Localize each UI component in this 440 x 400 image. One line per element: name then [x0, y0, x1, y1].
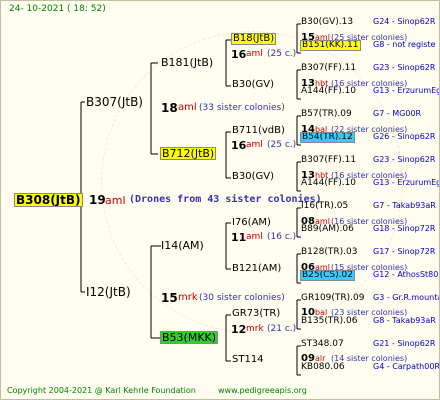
gen4-name-14: ST348.07: [301, 339, 344, 349]
gen4-code-5: G26 - Sinop62R: [373, 132, 436, 141]
gen1-note-0: (33 sister colonies): [199, 103, 285, 113]
pedigree-chart: 24- 10-2021 ( 18: 52) B308(JtB) 19 aml (Dron…: [0, 0, 440, 400]
gen2-num-1: 16: [231, 139, 247, 152]
root-note: (Drones from 43 sister colonies): [129, 194, 322, 205]
gen4-code-1: G8 - not registe: [373, 40, 436, 49]
gen4-name-3: A144(FF).10: [301, 86, 357, 96]
gen3-name-0: B18(JtB): [230, 33, 277, 45]
gen3-name-4: I76(AM): [232, 217, 271, 228]
gen4-code-15: G4 - Carpath00R: [373, 362, 440, 371]
root-name: B308(JtB): [14, 193, 83, 207]
gen4-code-12: G3 - Gr.R.mounta: [373, 293, 440, 302]
gen1-num-0: 18: [161, 101, 178, 115]
gen4-name-6: B307(FF).11: [301, 155, 357, 165]
gen2-num-2: 11: [231, 231, 247, 244]
date-stamp: 24- 10-2021 ( 18: 52): [9, 4, 106, 14]
gen1-note-1: (30 sister colonies): [199, 293, 285, 303]
gen1-num-1: 15: [161, 291, 178, 305]
gen4-name-13: B135(TR).06: [301, 316, 358, 326]
gen1-aml-0: aml: [178, 102, 197, 113]
gen3-name-7: ST114: [232, 354, 264, 365]
gen4-name-8: I16(TR).05: [301, 201, 349, 211]
gen2-aml-1: aml: [246, 140, 263, 150]
gen3-name-3: B30(GV): [232, 171, 274, 182]
gen4-name-0: B30(GV).13: [301, 17, 354, 27]
gen4-name-12: GR109(TR).09: [301, 293, 365, 303]
gen2-note-2: (16 c.): [267, 232, 297, 242]
gen4-code-3: G13 - ErzurumEgg8: [373, 86, 439, 95]
root-num: 19: [89, 193, 106, 207]
gen2-aml-0: aml: [246, 49, 263, 59]
gen4-code-4: G7 - MG00R: [373, 109, 422, 118]
gen4-code-2: G23 - Sinop62R: [373, 63, 436, 72]
gen4-name-1: B151(KK).11: [300, 40, 361, 51]
gen2-note-3: (21 c.): [267, 324, 297, 334]
gen4-name-10: B128(TR).03: [301, 247, 358, 257]
gen3-name-2: B711(vdB): [232, 125, 285, 136]
gen2-name-3: B53(MKK): [159, 331, 219, 344]
gen4-name-11: B25(CS).02: [300, 270, 355, 281]
gen3-name-5: B121(AM): [232, 263, 282, 274]
gen2-aml-2: aml: [246, 232, 263, 242]
gen2-note-0: (25 c.): [267, 49, 297, 59]
gen4-code-0: G24 - Sinop62R: [373, 17, 436, 26]
gen4-name-9: B89(AM).06: [301, 224, 354, 234]
gen4-code-7: G13 - ErzurumEgg8: [373, 178, 439, 187]
gen1-aml-1: mrk: [178, 292, 198, 303]
gen4-code-10: G17 - Sinop72R: [373, 247, 436, 256]
gen2-note-1: (25 c.): [267, 140, 297, 150]
gen1-name-0: B307(JtB): [86, 95, 143, 109]
gen3-name-1: B30(GV): [232, 79, 274, 90]
gen4-code-13: G8 - Takab93aR: [373, 316, 436, 325]
gen2-name-2: I14(AM): [161, 239, 204, 252]
gen2-aml-3: mrk: [246, 324, 264, 334]
gen2-name-1: B712(JtB): [159, 147, 217, 160]
gen4-code-8: G7 - Takab93aR: [373, 201, 436, 210]
gen2-num-0: 16: [231, 48, 247, 61]
gen3-name-6: GR73(TR): [232, 308, 281, 319]
footer-copyright: Copyright 2004-2021 @ Karl Kehrle Founda…: [7, 386, 196, 395]
footer-url: www.pedigreeapis.org: [218, 386, 307, 395]
gen4-code-11: G12 - AthosSt80R: [373, 270, 440, 279]
gen4-code-6: G23 - Sinop62R: [373, 155, 436, 164]
gen4-name-15: KB080.06: [301, 362, 345, 372]
gen4-name-7: A144(FF).10: [301, 178, 357, 188]
gen2-name-0: B181(JtB): [161, 56, 214, 69]
gen1-name-1: I12(JtB): [86, 285, 131, 299]
gen2-num-3: 12: [231, 323, 247, 336]
gen4-name-5: B54(TR).12: [300, 132, 355, 143]
gen4-code-14: G21 - Sinop62R: [373, 339, 436, 348]
root-aml: aml: [105, 194, 126, 207]
gen4-code-9: G18 - Sinop72R: [373, 224, 436, 233]
gen4-name-2: B307(FF).11: [301, 63, 357, 73]
gen4-name-4: B57(TR).09: [301, 109, 352, 119]
